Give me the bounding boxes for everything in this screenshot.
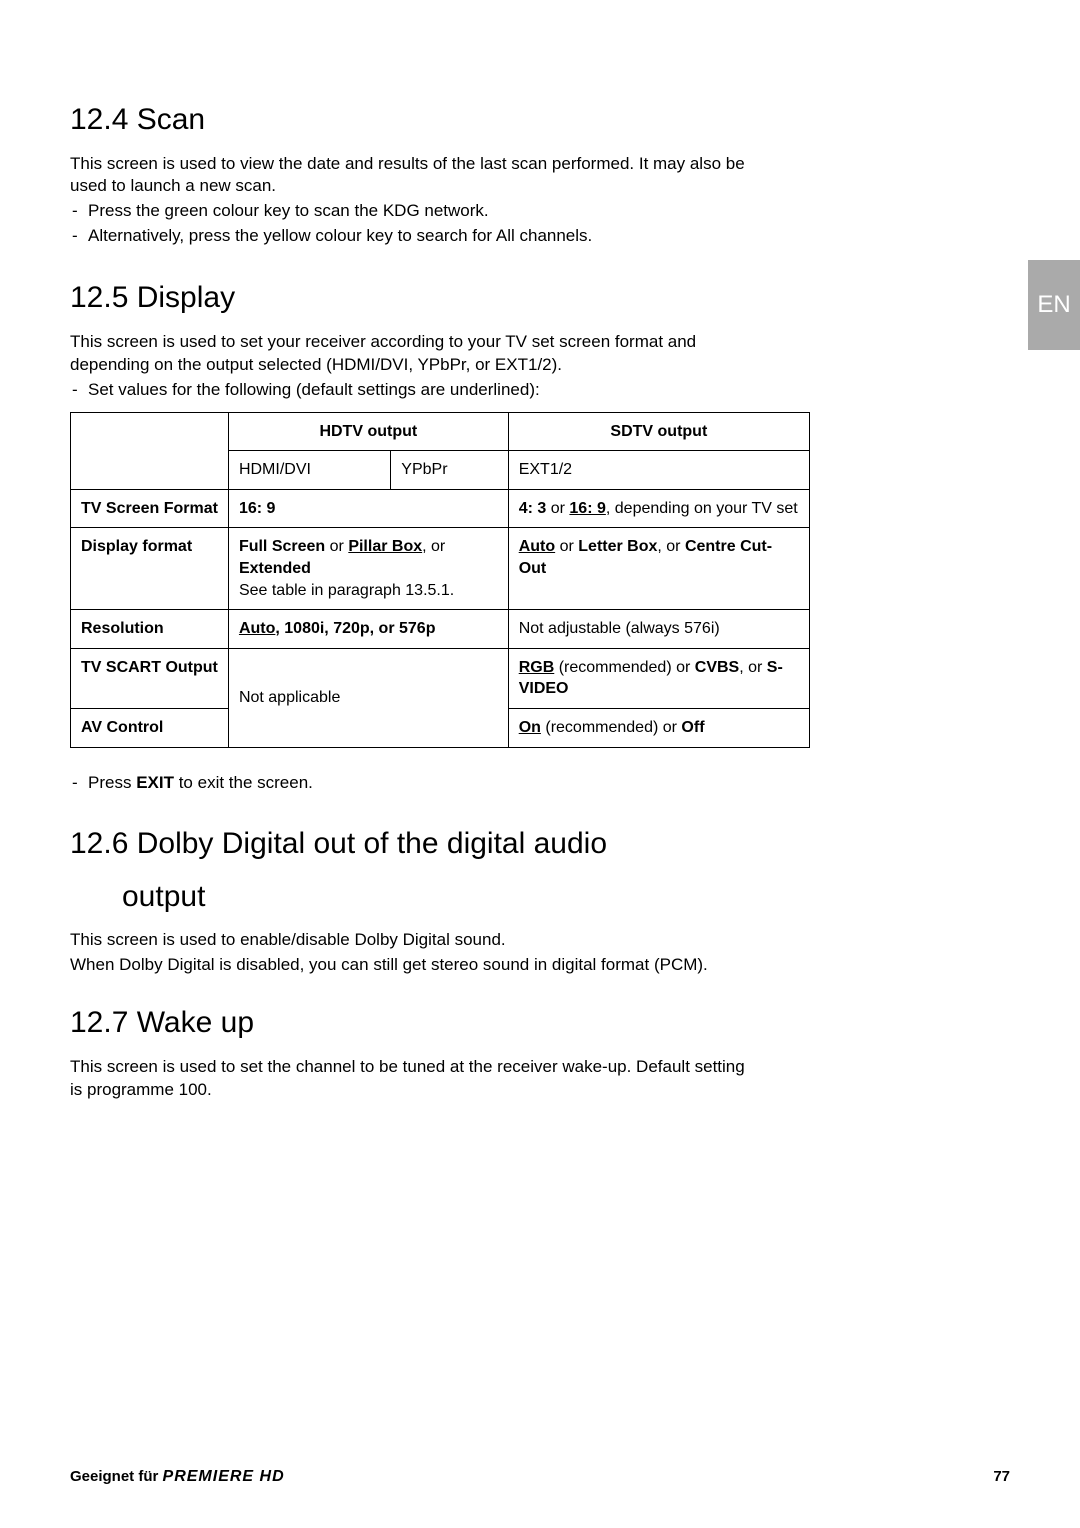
language-tab: EN (1028, 260, 1080, 350)
cell-ext12: EXT1/2 (508, 451, 809, 490)
settings-table: HDTV output SDTV output HDMI/DVI YPbPr E… (70, 412, 810, 748)
cell-scart-hd: Not applicable (228, 648, 508, 747)
row-avcontrol: AV Control (71, 708, 229, 747)
row-screen-format: TV Screen Format (71, 489, 229, 528)
exit-bullet: Press EXIT to exit the screen. (70, 772, 750, 795)
cell-screen-format-hd: 16: 9 (228, 489, 508, 528)
page-footer: Geeignet für PREMIERE HD 77 (70, 1466, 1010, 1488)
cell-scart-sd: RGB (recommended) or CVBS, or S-VIDEO (508, 648, 809, 708)
cell-hdmidvi: HDMI/DVI (228, 451, 390, 490)
scan-intro: This screen is used to view the date and… (70, 153, 750, 199)
display-intro: This screen is used to set your receiver… (70, 331, 750, 377)
cell-display-format-sd: Auto or Letter Box, or Centre Cut-Out (508, 528, 809, 610)
footer-left: Geeignet für PREMIERE HD (70, 1466, 285, 1488)
scan-bullets: Press the green colour key to scan the K… (70, 200, 750, 248)
heading-dolby-line2: output (70, 877, 750, 918)
cell-resolution-hd: Auto, 1080i, 720p, or 576p (228, 610, 508, 649)
page-number: 77 (993, 1467, 1010, 1487)
row-scart: TV SCART Output (71, 648, 229, 708)
heading-display: 12.5 Display (70, 278, 750, 319)
row-resolution: Resolution (71, 610, 229, 649)
cell-screen-format-sd: 4: 3 or 16: 9, depending on your TV set (508, 489, 809, 528)
exit-text: Press EXIT to exit the screen. (70, 772, 750, 795)
page-content: 12.4 Scan This screen is used to view th… (70, 100, 750, 1102)
display-bullets: Set values for the following (default se… (70, 379, 750, 402)
cell-display-format-hd: Full Screen or Pillar Box, or ExtendedSe… (228, 528, 508, 610)
row-display-format: Display format (71, 528, 229, 610)
dolby-p2: When Dolby Digital is disabled, you can … (70, 954, 750, 977)
th-hdtv: HDTV output (228, 412, 508, 451)
cell-ypbpr: YPbPr (391, 451, 508, 490)
heading-dolby: 12.6 Dolby Digital out of the digital au… (70, 824, 750, 865)
cell-avcontrol-sd: On (recommended) or Off (508, 708, 809, 747)
th-sdtv: SDTV output (508, 412, 809, 451)
dolby-p1: This screen is used to enable/disable Do… (70, 929, 750, 952)
wake-p1: This screen is used to set the channel t… (70, 1056, 750, 1102)
heading-wake: 12.7 Wake up (70, 1003, 750, 1044)
display-bullet-1: Set values for the following (default se… (70, 379, 750, 402)
cell-resolution-sd: Not adjustable (always 576i) (508, 610, 809, 649)
heading-scan: 12.4 Scan (70, 100, 750, 141)
scan-bullet-1: Press the green colour key to scan the K… (70, 200, 750, 223)
scan-bullet-2: Alternatively, press the yellow colour k… (70, 225, 750, 248)
